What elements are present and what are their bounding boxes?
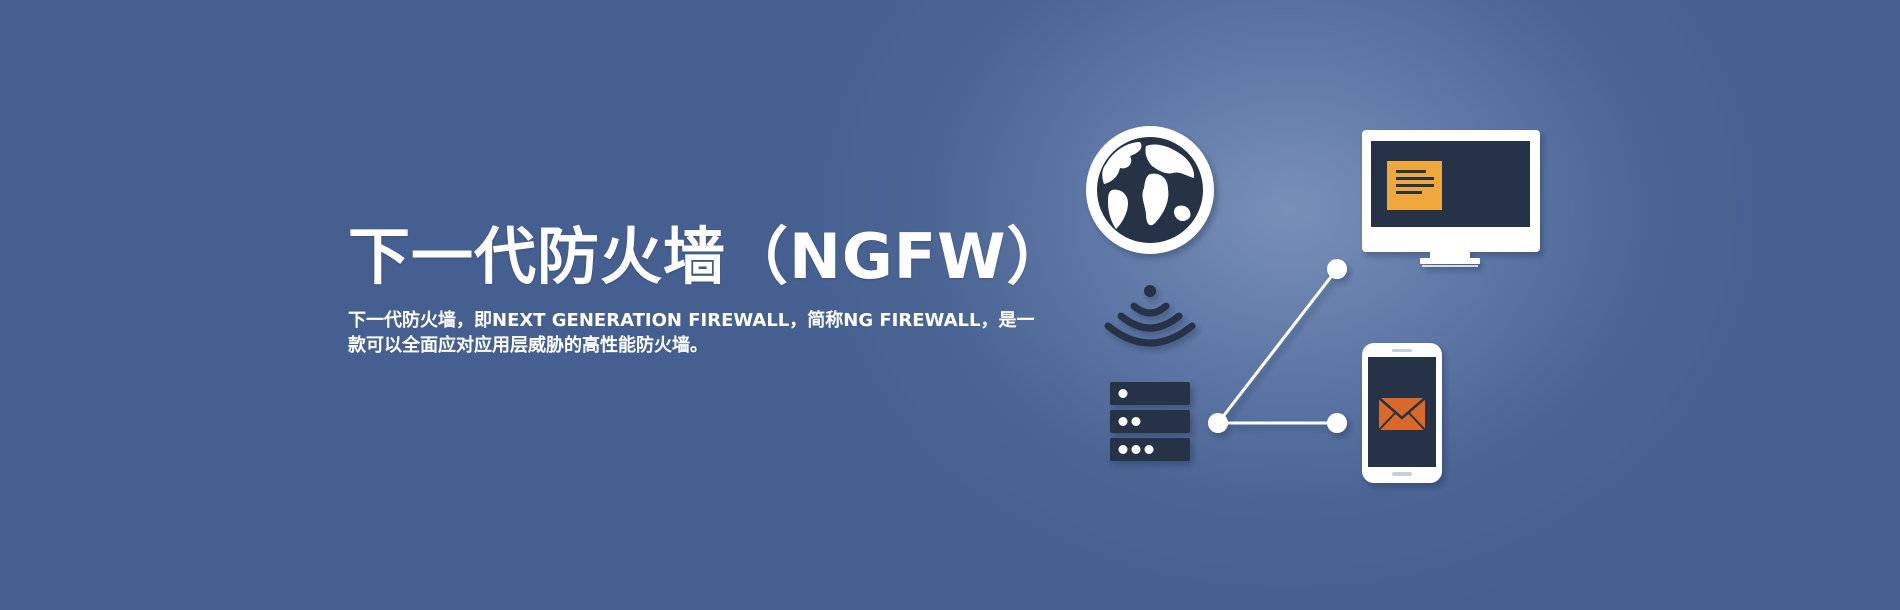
network-link	[1208, 259, 1347, 433]
hero-description: 下一代防火墙，即NEXT GENERATION FIREWALL，简称NG FI…	[348, 310, 1035, 356]
globe-icon	[1086, 126, 1214, 254]
wifi-icon	[1104, 285, 1196, 347]
server-icon	[1110, 382, 1190, 461]
hero-banner: 下一代防火墙（NGFW） 下一代防火墙，即NEXT GENERATION FIR…	[0, 0, 1900, 610]
smartphone-icon	[1362, 343, 1442, 483]
monitor-icon	[1362, 130, 1540, 267]
hero-text: 下一代防火墙（NGFW） 下一代防火墙，即NEXT GENERATION FIR…	[348, 218, 1070, 358]
document-icon	[1387, 161, 1442, 210]
hero-title: 下一代防火墙（NGFW）	[348, 220, 1070, 293]
envelope-icon	[1378, 397, 1426, 431]
